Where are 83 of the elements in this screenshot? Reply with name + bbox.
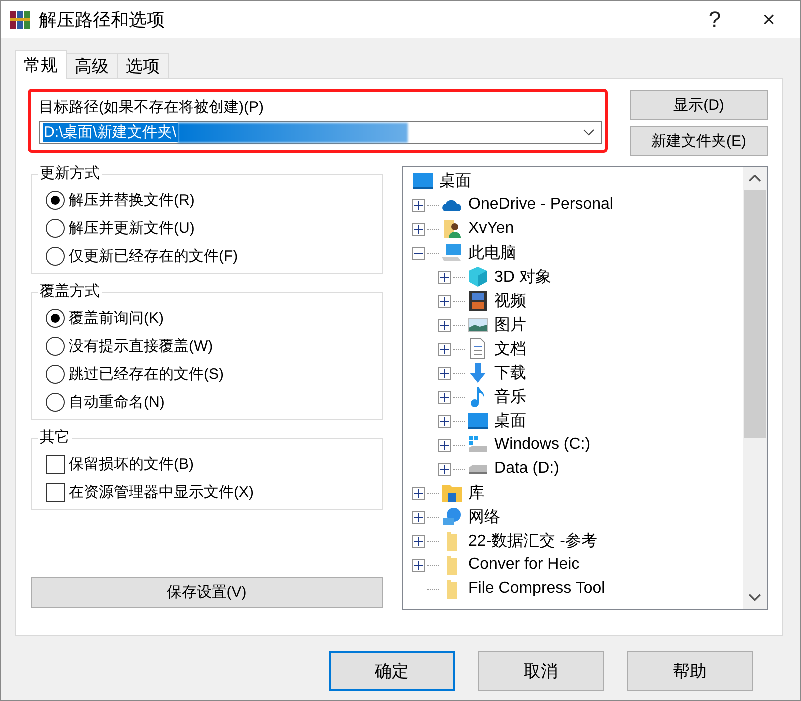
tree-item[interactable]: 下载 [494, 362, 527, 384]
cube-icon [466, 266, 489, 288]
tree-item[interactable]: 3D 对象 [494, 266, 552, 288]
tree-item[interactable]: 此电脑 [468, 242, 517, 264]
option-label[interactable]: 在资源管理器中显示文件(X) [69, 482, 254, 502]
tree-item[interactable]: 网络 [468, 506, 501, 528]
tree-item[interactable]: 视频 [494, 290, 527, 312]
expand-icon[interactable] [438, 414, 451, 428]
option-label[interactable]: 解压并替换文件(R) [69, 190, 195, 210]
tree-item[interactable]: 图片 [494, 314, 527, 336]
group-title: 更新方式 [38, 165, 102, 183]
tab[interactable]: 选项 [117, 53, 169, 79]
radio-button[interactable] [46, 218, 65, 238]
group-title: 其它 [38, 429, 72, 447]
monitor-icon [412, 170, 434, 192]
expand-icon[interactable] [438, 342, 451, 356]
tree-item[interactable]: Windows (C:) [494, 436, 591, 454]
radio-button[interactable] [46, 364, 65, 384]
side-button[interactable]: 新建文件夹(E) [630, 126, 768, 156]
checkbox[interactable] [46, 454, 65, 474]
collapse-icon[interactable] [412, 246, 425, 260]
close-button[interactable]: × [746, 2, 792, 38]
checkbox[interactable] [46, 482, 65, 502]
radio-button[interactable] [46, 246, 65, 266]
monitor-icon [466, 410, 489, 432]
tree-item[interactable]: 22-数据汇交 -参考 [468, 530, 598, 552]
option-label[interactable]: 没有提示直接覆盖(W) [69, 336, 214, 356]
option-label[interactable]: 覆盖前询问(K) [69, 308, 164, 328]
expand-icon[interactable] [412, 558, 425, 572]
scroll-down-icon[interactable] [749, 594, 761, 601]
tree-item[interactable]: OneDrive - Personal [468, 196, 614, 214]
expand-icon[interactable] [438, 294, 451, 308]
radio-button[interactable] [46, 336, 65, 356]
tree-item[interactable]: XvYen [468, 220, 514, 238]
folder-icon [446, 580, 457, 598]
expand-icon[interactable] [412, 534, 425, 548]
tab[interactable]: 常规 [15, 50, 67, 79]
tree-item[interactable]: 音乐 [494, 386, 527, 408]
save-settings-button[interactable]: 保存设置(V) [31, 577, 383, 608]
folder-icon [440, 482, 463, 504]
option-label[interactable]: 仅更新已经存在的文件(F) [69, 246, 238, 266]
expand-icon[interactable] [438, 318, 451, 332]
scroll-up-icon[interactable] [749, 175, 761, 182]
tree-item[interactable]: 桌面 [440, 170, 472, 192]
expand-icon[interactable] [438, 270, 451, 284]
tree-item[interactable]: 桌面 [494, 410, 527, 432]
tree-item[interactable]: 库 [468, 482, 485, 504]
expand-icon[interactable] [438, 390, 451, 404]
tree-item[interactable]: File Compress Tool [468, 580, 606, 598]
expand-icon[interactable] [412, 486, 425, 500]
window-title: 解压路径和选项 [39, 8, 166, 32]
radio-button[interactable] [46, 392, 65, 412]
dialog-button[interactable]: 取消 [478, 651, 604, 691]
expand-icon[interactable] [438, 462, 451, 476]
tree-item[interactable]: Conver for Heic [468, 556, 580, 574]
dialog-button[interactable]: 确定 [329, 651, 455, 691]
tree-item[interactable]: 文档 [494, 338, 527, 360]
expand-icon[interactable] [438, 438, 451, 452]
drive-icon [466, 464, 489, 474]
side-button[interactable]: 显示(D) [630, 90, 768, 120]
expand-icon[interactable] [412, 198, 425, 212]
field-label: 目标路径(如果不存在将被创建)(P) [39, 98, 265, 117]
group-title: 覆盖方式 [38, 283, 102, 301]
film-icon [466, 290, 489, 312]
computer-icon [440, 242, 463, 264]
folder-icon [446, 532, 457, 550]
radio-button[interactable] [46, 308, 65, 328]
help-button[interactable]: ? [692, 2, 738, 38]
expand-icon[interactable] [412, 222, 425, 236]
path-combo-box[interactable]: D:\桌面\新建文件夹\ [39, 121, 602, 144]
tree-item[interactable]: Data (D:) [494, 460, 560, 478]
radio-button[interactable] [46, 190, 65, 210]
option-label[interactable]: 自动重命名(N) [69, 392, 165, 412]
scrollbar[interactable] [743, 167, 767, 609]
option-label[interactable]: 保留损坏的文件(B) [69, 454, 194, 474]
expand-icon[interactable] [412, 510, 425, 524]
option-label[interactable]: 跳过已经存在的文件(S) [69, 364, 224, 384]
network-globe-icon [440, 506, 463, 528]
expand-icon[interactable] [438, 366, 451, 380]
option-label[interactable]: 解压并更新文件(U) [69, 218, 195, 238]
dialog-button[interactable]: 帮助 [627, 651, 753, 691]
app-icon [9, 8, 31, 30]
folder-icon [446, 556, 457, 574]
